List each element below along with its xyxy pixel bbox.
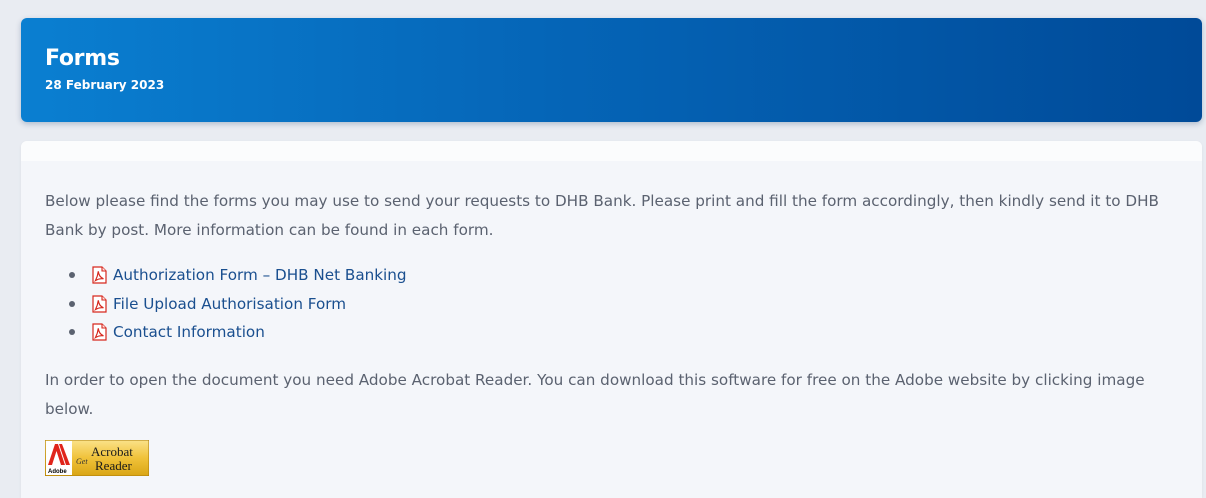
page-header: Forms 28 February 2023 xyxy=(21,18,1202,122)
get-acrobat-reader-badge[interactable]: Adobe Get Acrobat Reader xyxy=(45,440,149,476)
badge-product-line2: Reader xyxy=(95,458,132,473)
badge-product-line1: Acrobat xyxy=(91,444,133,459)
bullet xyxy=(69,300,75,307)
forms-content: Below please find the forms you may use … xyxy=(21,141,1202,498)
pdf-icon[interactable] xyxy=(90,266,108,284)
authorization-form-link[interactable]: Authorization Form – DHB Net Banking xyxy=(113,266,407,284)
badge-brand-text: Adobe xyxy=(48,469,67,475)
intro-text: Below please find the forms you may use … xyxy=(45,192,1159,239)
page-title: Forms xyxy=(45,46,120,71)
pdf-icon[interactable] xyxy=(90,323,108,341)
acrobat-notice-text: In order to open the document you need A… xyxy=(45,371,1145,418)
bullet xyxy=(69,329,75,336)
pdf-icon[interactable] xyxy=(90,295,108,313)
file-upload-form-link[interactable]: File Upload Authorisation Form xyxy=(113,295,346,313)
page: Forms 28 February 2023 Below please find… xyxy=(0,0,1206,498)
list-item: Contact Information xyxy=(69,318,407,347)
forms-list: Authorization Form – DHB Net Banking Fil… xyxy=(69,261,407,347)
badge-get-text: Get xyxy=(76,457,88,466)
page-date: 28 February 2023 xyxy=(45,78,165,92)
list-item: File Upload Authorisation Form xyxy=(69,290,407,319)
list-item: Authorization Form – DHB Net Banking xyxy=(69,261,407,290)
contact-information-link[interactable]: Contact Information xyxy=(113,323,265,341)
bullet xyxy=(69,272,75,279)
